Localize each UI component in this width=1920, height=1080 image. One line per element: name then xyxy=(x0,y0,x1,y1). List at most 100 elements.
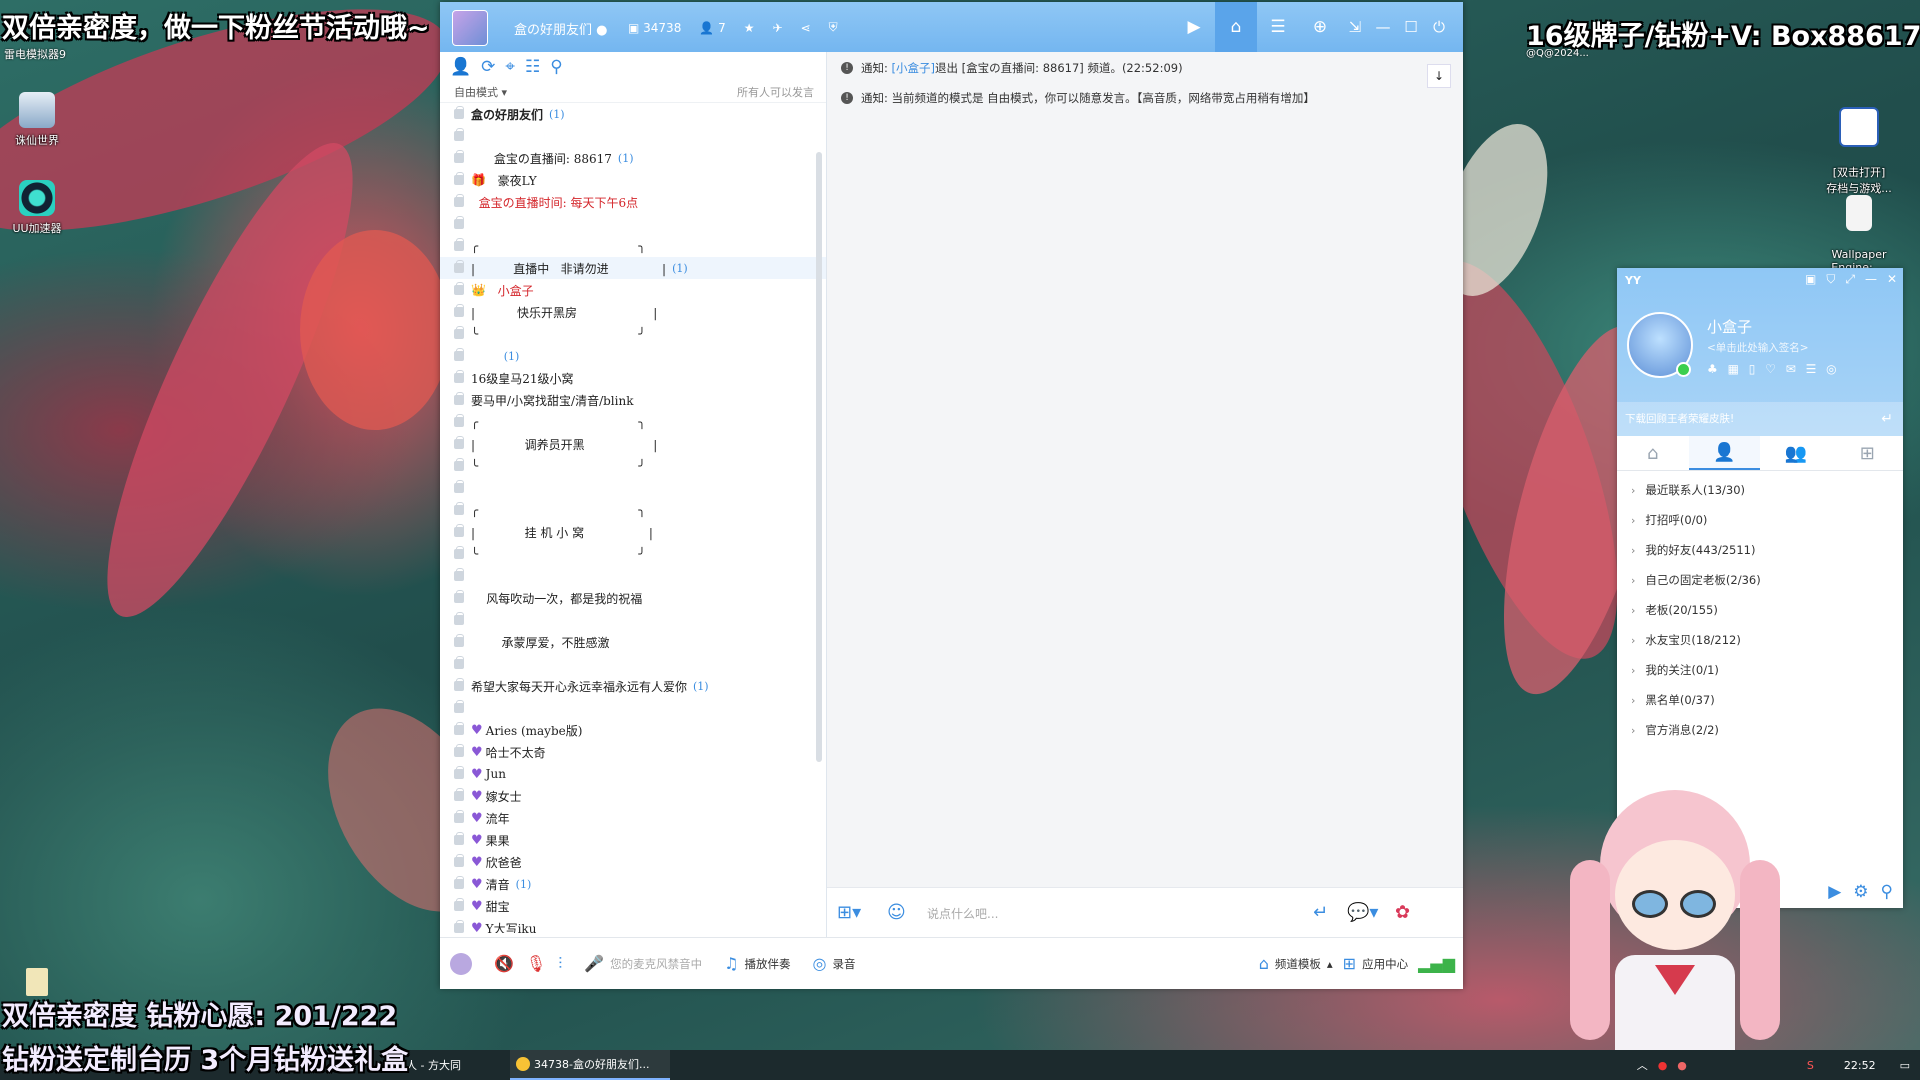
location-icon[interactable]: ⌖ xyxy=(505,57,515,77)
channel-tree-item[interactable]: ╰ ╯ xyxy=(440,543,826,565)
channel-tree-item[interactable]: ♥ Aries (maybe版) xyxy=(440,719,826,741)
restore-icon[interactable]: ⤢ xyxy=(1845,272,1855,287)
online-status-icon[interactable] xyxy=(1676,362,1691,377)
channel-tree-item[interactable]: ♥ 清音 (1) xyxy=(440,873,826,895)
channel-tree-item[interactable]: 盒の好朋友们 (1) xyxy=(440,103,826,125)
channel-tree-item[interactable] xyxy=(440,609,826,631)
friend-group-item[interactable]: › 老板(20/155) xyxy=(1617,595,1903,625)
channel-tree-item[interactable] xyxy=(440,653,826,675)
channel-tree-item[interactable]: ╭ ╮ xyxy=(440,411,826,433)
power-icon[interactable]: ⏻ xyxy=(1425,2,1453,52)
channel-tree-item[interactable] xyxy=(440,213,826,235)
play-music-button[interactable]: ♫ 播放伴奏 xyxy=(724,954,790,973)
home-icon[interactable]: ⌂ xyxy=(1215,2,1257,52)
channel-tree-item[interactable] xyxy=(440,125,826,147)
tray-app-icon[interactable]: ● xyxy=(1677,1059,1687,1072)
channel-tree-item[interactable]: 👑 小盒子 xyxy=(440,279,826,301)
friend-group-item[interactable]: › 最近联系人(13/30) xyxy=(1617,475,1903,505)
mic-muted-status[interactable]: 🎤 您的麦克风禁音中 xyxy=(584,954,702,973)
gamepad-icon[interactable]: ⊕ xyxy=(1299,2,1341,52)
channel-tree-item[interactable]: ╰ ╯ xyxy=(440,323,826,345)
favorite-star-icon[interactable]: ★ xyxy=(744,21,755,35)
friend-group-item[interactable]: › 自己の固定老板(2/36) xyxy=(1617,565,1903,595)
chat-input[interactable]: 说点什么吧... xyxy=(927,905,998,922)
tab-apps[interactable]: ⊞ xyxy=(1832,436,1904,470)
channel-tree-item[interactable]: ♥ 果果 xyxy=(440,829,826,851)
share-icon[interactable]: ⋖ xyxy=(801,21,811,35)
netease-music-icon[interactable]: ● xyxy=(1658,1059,1668,1072)
channel-tree-item[interactable]: 盒宝の直播间: 88617 (1) xyxy=(440,147,826,169)
channel-tree-item[interactable] xyxy=(440,565,826,587)
settings-icon[interactable]: ⚙ xyxy=(1853,882,1868,902)
list-icon[interactable]: ☰ xyxy=(1257,2,1299,52)
notes-icon[interactable]: ☷ xyxy=(525,57,540,77)
user-avatar[interactable] xyxy=(450,952,472,975)
channel-tree-item[interactable]: ♥ Jun xyxy=(440,763,826,785)
plane-icon[interactable]: ✈ xyxy=(773,21,783,35)
friend-group-item[interactable]: › 我的关注(0/1) xyxy=(1617,655,1903,685)
channel-tree-item[interactable]: ♥ 欣爸爸 xyxy=(440,851,826,873)
channel-tree-item[interactable]: ╰ ╯ xyxy=(440,455,826,477)
shield-icon[interactable]: ⛨ xyxy=(829,20,838,35)
video-icon[interactable]: ▶ xyxy=(1173,2,1215,52)
skin-icon[interactable]: ▣ xyxy=(1805,272,1816,287)
desktop-icon-wallpaper[interactable]: Wallpaper Engine: ... xyxy=(1823,182,1895,274)
mic-settings-icon[interactable]: 🎙 xyxy=(526,954,546,973)
record-button[interactable]: ◎ 录音 xyxy=(813,954,856,973)
maximize-icon[interactable]: ☐ xyxy=(1397,2,1425,52)
refresh-icon[interactable]: ⟳ xyxy=(481,57,495,77)
minimize-icon[interactable]: — xyxy=(1369,2,1397,52)
search-icon[interactable]: ⚲ xyxy=(550,57,562,77)
channel-tree-item[interactable] xyxy=(440,697,826,719)
collapse-icon[interactable]: ⇲ xyxy=(1341,2,1369,52)
enter-icon[interactable]: ↵ xyxy=(1881,402,1893,436)
channel-tree-item[interactable]: (1) xyxy=(440,345,826,367)
channel-tree-item[interactable]: 希望大家每天开心永远幸福永远有人爱你 (1) xyxy=(440,675,826,697)
desktop-icon-uu[interactable]: UU加速器 xyxy=(1,180,73,236)
channel-tree-item[interactable]: 16级皇马21级小窝 xyxy=(440,367,826,389)
channel-tree-item[interactable]: | 快乐开黑房 | xyxy=(440,301,826,323)
file-icon[interactable] xyxy=(26,968,48,996)
channel-tree-item[interactable]: 要马甲/小窝找甜宝/清音/blink xyxy=(440,389,826,411)
scrollbar[interactable] xyxy=(816,152,822,762)
desktop-icon-save[interactable]: [双击打开] 存档与游戏... xyxy=(1823,94,1895,196)
status-icons-row[interactable]: ♣ ▦ ▯ ♡ ✉ ☰ ◎ xyxy=(1707,362,1840,376)
video-icon[interactable]: ▶ xyxy=(1828,882,1841,902)
channel-tree-item[interactable]: | 挂 机 小 窝 | xyxy=(440,521,826,543)
notice-user-link[interactable]: [小盒子] xyxy=(892,60,935,76)
channel-avatar[interactable] xyxy=(452,10,488,46)
ad-banner[interactable]: 下载回顾王者荣耀皮肤! ↵ xyxy=(1617,402,1903,436)
channel-tree-item[interactable]: ♥ 流年 xyxy=(440,807,826,829)
mode-dropdown[interactable]: 自由模式 ▾ xyxy=(454,84,507,100)
send-enter-icon[interactable]: ↵ xyxy=(1313,902,1328,923)
tab-friends[interactable]: 👤 xyxy=(1688,436,1760,470)
sogou-icon[interactable]: S xyxy=(1807,1059,1814,1072)
scroll-bottom-icon[interactable]: ↓ xyxy=(1427,64,1451,88)
speaker-mute-icon[interactable]: 🔇 xyxy=(494,954,514,973)
channel-tree-item[interactable]: ♥ Y大写iku xyxy=(440,917,826,933)
taskbar-item-yy[interactable]: 34738-盒の好朋友们... xyxy=(510,1050,670,1080)
channel-tree-item[interactable]: | 调养员开黑 | xyxy=(440,433,826,455)
flower-gift-icon[interactable]: ✿ xyxy=(1395,902,1410,923)
search-icon[interactable]: ⚲ xyxy=(1881,882,1893,902)
channel-tree-item[interactable]: | 直播中 非请勿进 | (1) xyxy=(440,257,826,279)
channel-tree-item[interactable]: 盒宝の直播时间: 每天下午6点 xyxy=(440,191,826,213)
minimize-icon[interactable]: — xyxy=(1865,272,1877,287)
friend-group-item[interactable]: › 黑名单(0/37) xyxy=(1617,685,1903,715)
equalizer-icon[interactable]: ⫶ xyxy=(558,954,562,974)
channel-tree-item[interactable]: ╭ ╮ xyxy=(440,235,826,257)
channel-tree-item[interactable]: ♥ 甜宝 xyxy=(440,895,826,917)
tab-home[interactable]: ⌂ xyxy=(1617,436,1689,470)
gamepad-icon[interactable]: ⊞▾ xyxy=(837,902,861,923)
channel-tree-item[interactable]: 风每吹动一次，都是我的祝福 xyxy=(440,587,826,609)
shirt-icon[interactable]: ⛉ xyxy=(1826,272,1835,287)
friend-group-item[interactable]: › 我的好友(443/2511) xyxy=(1617,535,1903,565)
desktop-icon-zhuxian[interactable]: 诛仙世界 xyxy=(1,92,73,148)
emoji-icon[interactable]: ☺ xyxy=(887,902,906,923)
chevron-up-icon[interactable]: ︿ xyxy=(1637,1057,1648,1073)
notification-icon[interactable]: ▭ xyxy=(1900,1059,1910,1072)
channel-template-button[interactable]: ⌂ 频道模板 ▴ xyxy=(1259,954,1333,973)
clock[interactable]: 22:52 xyxy=(1844,1059,1876,1072)
app-center-button[interactable]: ⊞ 应用中心 xyxy=(1343,954,1408,973)
signature-input[interactable]: <单击此处输入签名> xyxy=(1707,340,1809,355)
